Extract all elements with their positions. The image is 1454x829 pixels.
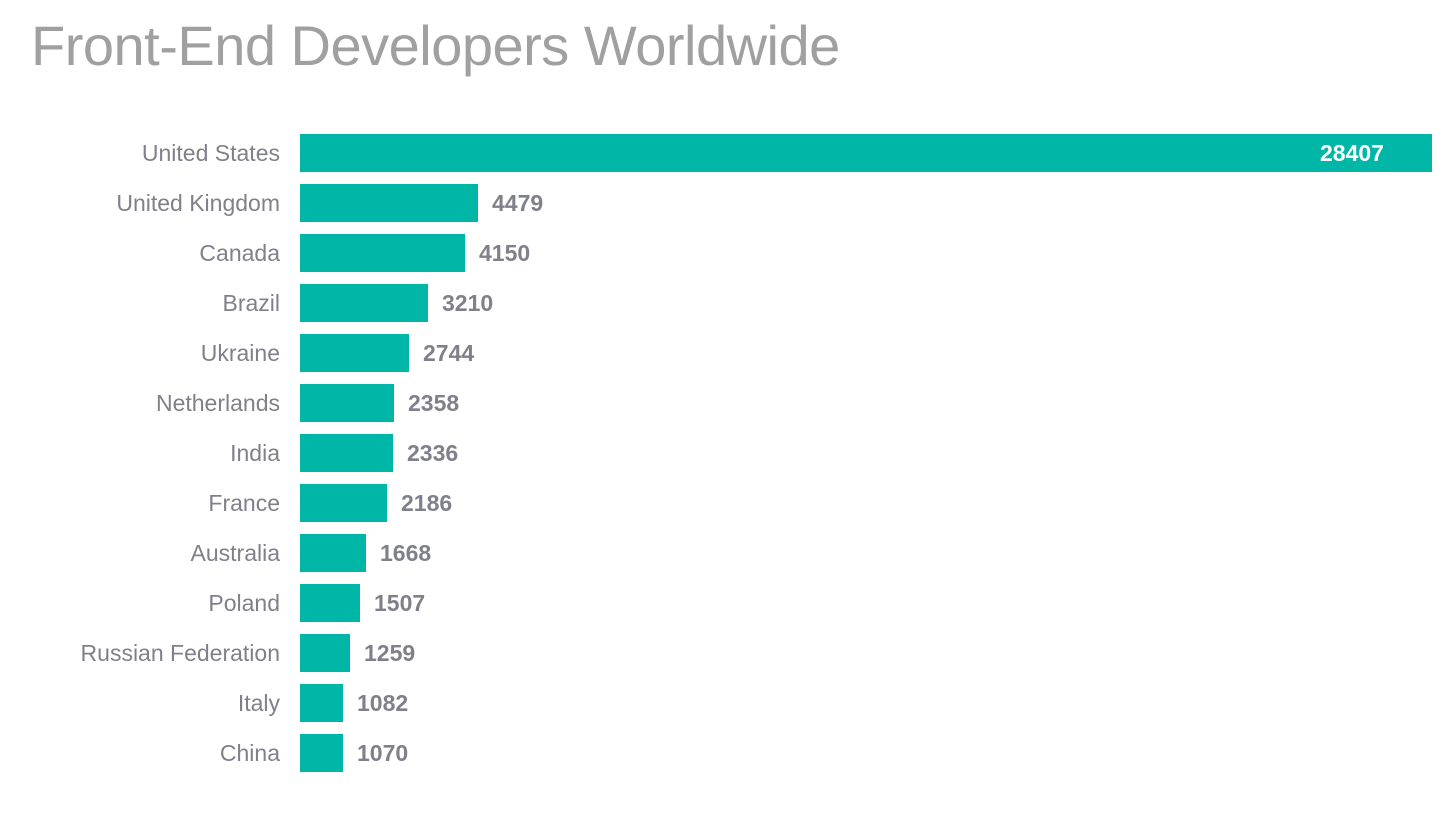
bar-track: 2744 <box>300 334 1454 372</box>
bar-value-label: 2744 <box>423 334 474 372</box>
bar-fill[interactable] <box>300 634 350 672</box>
bar-value-label: 2336 <box>407 434 458 472</box>
bar-row: United Kingdom 4479 <box>0 178 1454 228</box>
bar-value-label: 4150 <box>479 234 530 272</box>
chart-title: Front-End Developers Worldwide <box>31 14 840 78</box>
bar-category-label: United Kingdom <box>116 178 280 228</box>
bar-value-label: 1070 <box>357 734 408 772</box>
bar-category-label: China <box>220 728 280 778</box>
bar-fill[interactable] <box>300 584 360 622</box>
bar-category-label: Australia <box>191 528 280 578</box>
bar-value-label: 28407 <box>1320 134 1384 172</box>
bar-chart: Front-End Developers Worldwide United St… <box>0 0 1454 829</box>
bar-row: Poland 1507 <box>0 578 1454 628</box>
bar-track: 2336 <box>300 434 1454 472</box>
bar-row: China 1070 <box>0 728 1454 778</box>
bar-value-label: 4479 <box>492 184 543 222</box>
bar-value-label: 2186 <box>401 484 452 522</box>
chart-plot-area: United States 28407 United Kingdom 4479 Cana… <box>0 128 1454 778</box>
bar-category-label: Brazil <box>222 278 280 328</box>
bar-track: 2186 <box>300 484 1454 522</box>
bar-category-label: India <box>230 428 280 478</box>
bar-fill[interactable] <box>300 234 465 272</box>
bar-row: Canada 4150 <box>0 228 1454 278</box>
bar-row: Russian Federation 1259 <box>0 628 1454 678</box>
bar-fill[interactable] <box>300 284 428 322</box>
bar-track: 2358 <box>300 384 1454 422</box>
bar-category-label: Poland <box>208 578 280 628</box>
bar-value-label: 1507 <box>374 584 425 622</box>
bar-fill[interactable] <box>300 684 343 722</box>
bar-category-label: Canada <box>199 228 280 278</box>
bar-track: 4150 <box>300 234 1454 272</box>
bar-value-label: 2358 <box>408 384 459 422</box>
bar-category-label: Netherlands <box>156 378 280 428</box>
bar-row: Italy 1082 <box>0 678 1454 728</box>
bar-fill[interactable] <box>300 134 1432 172</box>
bar-fill[interactable] <box>300 434 393 472</box>
bar-fill[interactable] <box>300 734 343 772</box>
bar-value-label: 1259 <box>364 634 415 672</box>
bar-track: 1259 <box>300 634 1454 672</box>
bar-track: 1507 <box>300 584 1454 622</box>
bar-value-label: 1082 <box>357 684 408 722</box>
bar-category-label: Ukraine <box>201 328 280 378</box>
bar-track: 1070 <box>300 734 1454 772</box>
bar-value-label: 1668 <box>380 534 431 572</box>
bar-track: 1082 <box>300 684 1454 722</box>
bar-row: Netherlands 2358 <box>0 378 1454 428</box>
bar-row: India 2336 <box>0 428 1454 478</box>
bar-row: Brazil 3210 <box>0 278 1454 328</box>
bar-track: 28407 <box>300 134 1454 172</box>
bar-row: France 2186 <box>0 478 1454 528</box>
bar-track: 4479 <box>300 184 1454 222</box>
bar-fill[interactable] <box>300 384 394 422</box>
bar-category-label: Russian Federation <box>81 628 280 678</box>
bar-fill[interactable] <box>300 184 478 222</box>
bar-category-label: Italy <box>238 678 280 728</box>
bar-category-label: United States <box>142 128 280 178</box>
bar-fill[interactable] <box>300 484 387 522</box>
bar-value-label: 3210 <box>442 284 493 322</box>
bar-fill[interactable] <box>300 534 366 572</box>
bar-row: Ukraine 2744 <box>0 328 1454 378</box>
bar-track: 3210 <box>300 284 1454 322</box>
bar-fill[interactable] <box>300 334 409 372</box>
bar-row: United States 28407 <box>0 128 1454 178</box>
bar-category-label: France <box>208 478 280 528</box>
bar-row: Australia 1668 <box>0 528 1454 578</box>
bar-track: 1668 <box>300 534 1454 572</box>
